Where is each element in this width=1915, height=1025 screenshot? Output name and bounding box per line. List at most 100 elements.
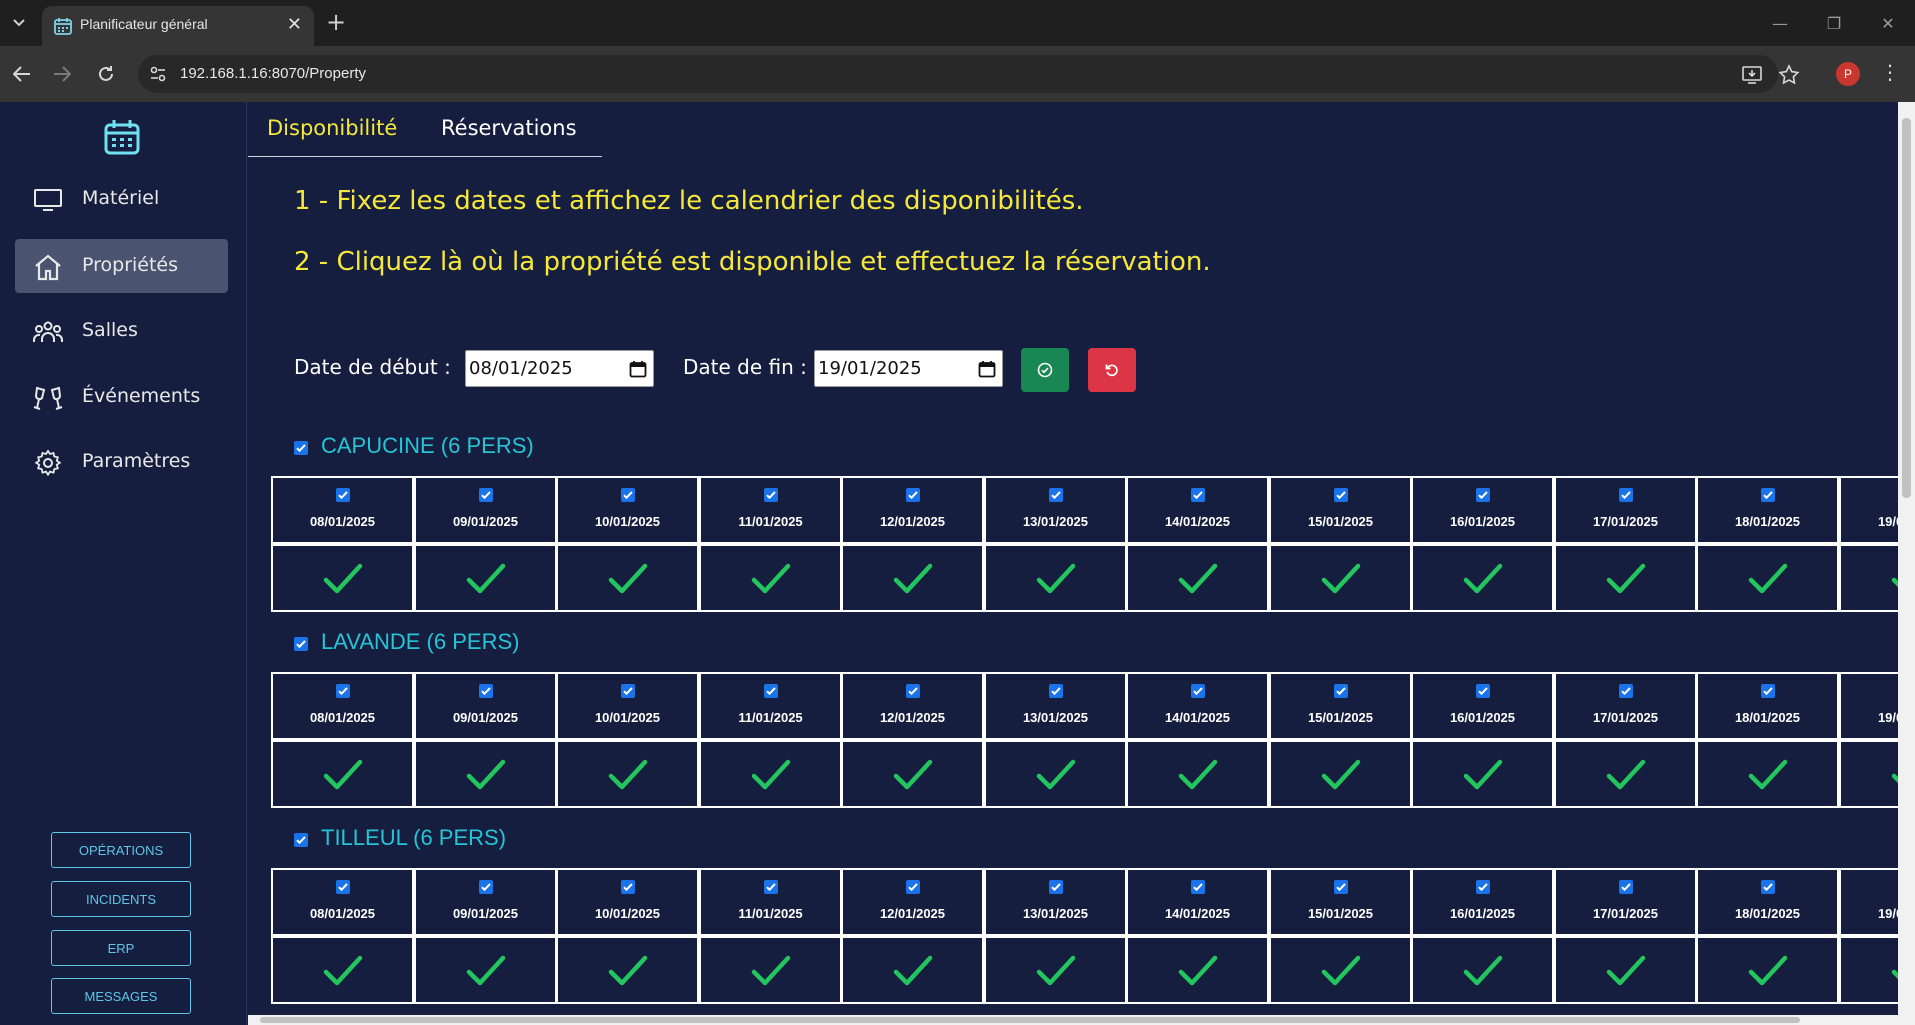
date-checkbox[interactable] — [336, 684, 350, 698]
availability-cell[interactable] — [1696, 740, 1839, 808]
availability-cell[interactable] — [841, 936, 984, 1004]
date-checkbox[interactable] — [906, 488, 920, 502]
date-checkbox[interactable] — [1619, 684, 1633, 698]
start-date-input[interactable]: 08/01/2025 — [465, 350, 654, 387]
availability-cell[interactable] — [556, 936, 699, 1004]
date-checkbox[interactable] — [1761, 488, 1775, 502]
sidebar-item-materiel[interactable]: Matériel — [15, 172, 228, 226]
availability-cell[interactable] — [699, 936, 842, 1004]
date-checkbox[interactable] — [1761, 880, 1775, 894]
star-icon[interactable] — [1778, 64, 1800, 86]
availability-cell[interactable] — [1269, 936, 1412, 1004]
availability-cell[interactable] — [271, 740, 414, 808]
availability-cell[interactable] — [1696, 544, 1839, 612]
availability-cell[interactable] — [1269, 544, 1412, 612]
availability-cell[interactable] — [556, 544, 699, 612]
date-checkbox[interactable] — [1334, 488, 1348, 502]
availability-cell[interactable] — [1411, 544, 1554, 612]
availability-cell[interactable] — [271, 936, 414, 1004]
close-icon[interactable]: ✕ — [287, 14, 302, 35]
confirm-dates-button[interactable] — [1021, 348, 1069, 392]
end-date-input[interactable]: 19/01/2025 — [814, 350, 1003, 387]
date-checkbox[interactable] — [1191, 880, 1205, 894]
date-checkbox[interactable] — [1049, 684, 1063, 698]
date-checkbox[interactable] — [1334, 880, 1348, 894]
minimize-icon[interactable]: — — [1753, 0, 1807, 46]
reload-icon[interactable] — [92, 60, 120, 88]
scrollbar-thumb[interactable] — [1902, 118, 1911, 498]
date-checkbox[interactable] — [479, 880, 493, 894]
address-bar[interactable]: 192.168.1.16:8070/Property — [138, 55, 1800, 93]
date-checkbox[interactable] — [479, 684, 493, 698]
date-checkbox[interactable] — [1049, 488, 1063, 502]
reset-dates-button[interactable] — [1088, 348, 1136, 392]
date-checkbox[interactable] — [1619, 488, 1633, 502]
date-checkbox[interactable] — [1191, 684, 1205, 698]
availability-cell[interactable] — [841, 544, 984, 612]
availability-cell[interactable] — [271, 544, 414, 612]
availability-cell[interactable] — [1839, 544, 1898, 612]
site-info-icon[interactable] — [148, 64, 168, 84]
incidents-button[interactable]: INCIDENTS — [51, 881, 191, 917]
date-checkbox[interactable] — [479, 488, 493, 502]
calendar-icon[interactable] — [978, 360, 996, 378]
restore-icon[interactable]: ❐ — [1807, 0, 1861, 46]
tab-disponibilite[interactable]: Disponibilité — [267, 116, 397, 140]
availability-cell[interactable] — [984, 740, 1127, 808]
date-checkbox[interactable] — [621, 880, 635, 894]
date-checkbox[interactable] — [1476, 488, 1490, 502]
sidebar-item-evenements[interactable]: Événements — [15, 370, 228, 424]
scrollbar-thumb[interactable] — [260, 1017, 1800, 1023]
property-checkbox[interactable] — [294, 441, 308, 455]
availability-cell[interactable] — [1411, 740, 1554, 808]
availability-cell[interactable] — [1839, 936, 1898, 1004]
browser-tab[interactable]: Planificateur général ✕ — [42, 6, 314, 46]
date-checkbox[interactable] — [1334, 684, 1348, 698]
vertical-scrollbar[interactable] — [1898, 102, 1915, 1025]
date-checkbox[interactable] — [1476, 684, 1490, 698]
availability-cell[interactable] — [1554, 544, 1697, 612]
availability-cell[interactable] — [984, 936, 1127, 1004]
new-tab-button[interactable]: + — [326, 10, 346, 34]
arrow-right-icon[interactable] — [48, 60, 76, 88]
date-checkbox[interactable] — [621, 684, 635, 698]
date-checkbox[interactable] — [1476, 880, 1490, 894]
date-checkbox[interactable] — [764, 488, 778, 502]
availability-cell[interactable] — [1696, 936, 1839, 1004]
sidebar-item-parametres[interactable]: Paramètres — [15, 435, 228, 489]
profile-avatar[interactable]: P — [1836, 62, 1860, 86]
arrow-left-icon[interactable] — [8, 60, 36, 88]
availability-cell[interactable] — [1839, 740, 1898, 808]
sidebar-item-proprietes[interactable]: Propriétés — [15, 239, 228, 293]
availability-cell[interactable] — [1126, 544, 1269, 612]
date-checkbox[interactable] — [1761, 684, 1775, 698]
availability-cell[interactable] — [841, 740, 984, 808]
horizontal-scrollbar[interactable] — [248, 1015, 1898, 1025]
availability-cell[interactable] — [556, 740, 699, 808]
date-checkbox[interactable] — [906, 880, 920, 894]
availability-cell[interactable] — [1554, 936, 1697, 1004]
date-checkbox[interactable] — [1619, 880, 1633, 894]
date-checkbox[interactable] — [1191, 488, 1205, 502]
availability-cell[interactable] — [699, 544, 842, 612]
availability-cell[interactable] — [984, 544, 1127, 612]
date-checkbox[interactable] — [1049, 880, 1063, 894]
operations-button[interactable]: OPÉRATIONS — [51, 832, 191, 868]
availability-cell[interactable] — [414, 936, 557, 1004]
date-checkbox[interactable] — [764, 880, 778, 894]
availability-cell[interactable] — [1554, 740, 1697, 808]
property-checkbox[interactable] — [294, 833, 308, 847]
date-checkbox[interactable] — [336, 488, 350, 502]
install-icon[interactable] — [1741, 64, 1763, 86]
sidebar-item-salles[interactable]: Salles — [15, 304, 228, 358]
availability-cell[interactable] — [1126, 936, 1269, 1004]
window-close-icon[interactable]: ✕ — [1861, 0, 1915, 46]
date-checkbox[interactable] — [764, 684, 778, 698]
date-checkbox[interactable] — [621, 488, 635, 502]
tab-reservations[interactable]: Réservations — [441, 116, 577, 140]
availability-cell[interactable] — [1126, 740, 1269, 808]
property-checkbox[interactable] — [294, 637, 308, 651]
date-checkbox[interactable] — [906, 684, 920, 698]
availability-cell[interactable] — [1269, 740, 1412, 808]
kebab-icon[interactable]: ⋮ — [1880, 60, 1900, 84]
